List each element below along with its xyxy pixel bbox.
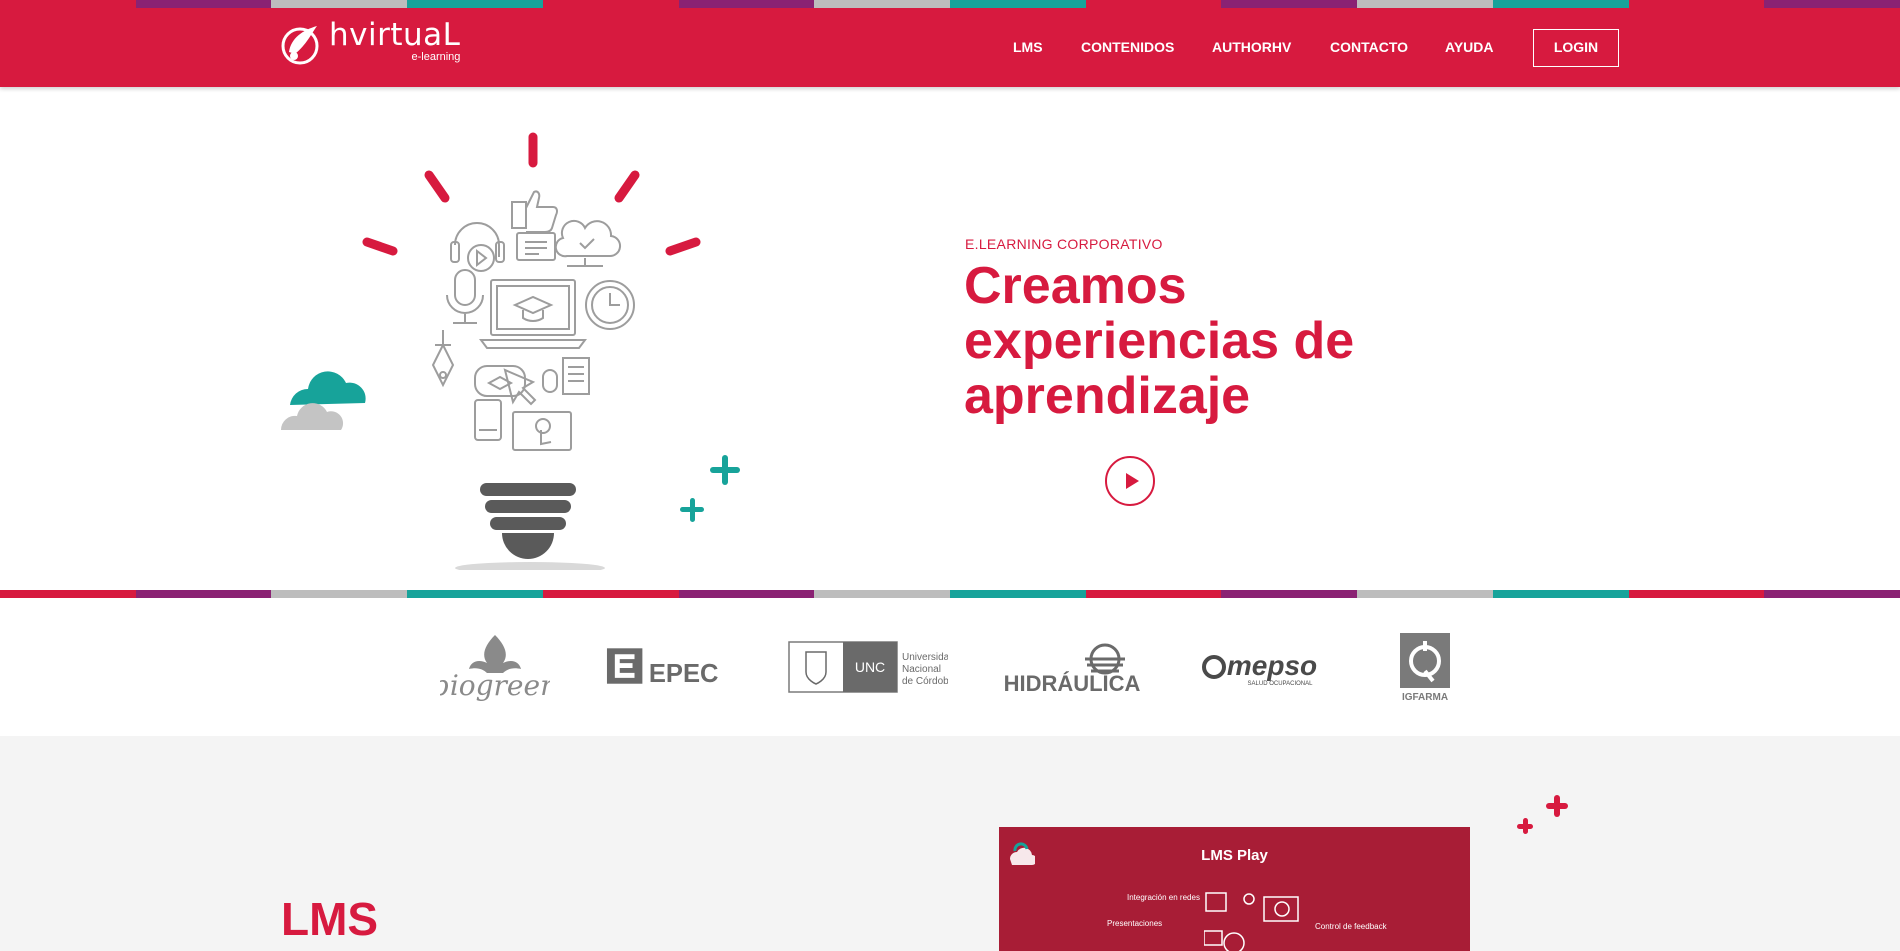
client-name: biogreen [440,669,550,702]
site-header: hvirtuaL e-learning LMS CONTENIDOS AUTHO… [0,0,1900,87]
lms-diagram-icons [1204,892,1299,951]
nav-item-authorhv[interactable]: AUTHORHV [1212,28,1291,66]
cloud-icon [280,371,366,430]
hero-section: E.LEARNING CORPORATIVO Creamos experienc… [0,87,1900,590]
hero-headline: Creamos experiencias de aprendizaje [964,259,1484,424]
bulb-shadow [455,562,605,570]
client-name: IGFARMA [1402,692,1448,703]
nav-item-contacto[interactable]: CONTACTO [1330,28,1408,66]
video-label: Integración en redes [1127,893,1200,902]
brand-name: hvirtuaL [329,17,461,53]
svg-text:Universidad: Universidad [902,652,948,663]
color-strip-divider [0,590,1900,598]
brand-logo-icon [281,26,319,65]
brand-logo[interactable]: hvirtuaL e-learning [281,20,460,66]
hero-eyebrow: E.LEARNING CORPORATIVO [965,236,1163,252]
hero-headline-line-1: Creamos [964,257,1187,315]
login-button[interactable]: LOGIN [1533,29,1619,67]
nav-item-contenidos[interactable]: CONTENIDOS [1081,28,1174,66]
svg-text:Nacional: Nacional [902,664,941,675]
lms-title: LMS [281,893,379,945]
play-video-button[interactable] [1105,456,1155,506]
nav-item-lms[interactable]: LMS [1013,28,1043,66]
client-logo-biogreen: biogreen [440,598,550,736]
plus-icon [1517,795,1568,834]
elearning-icons-cluster [431,190,635,451]
client-logo-igfarma: IGFARMA [1398,598,1453,736]
page: hvirtuaL e-learning LMS CONTENIDOS AUTHO… [0,0,1900,951]
video-title: LMS Play [1201,847,1268,864]
client-name: EPEC [649,660,719,688]
hero-headline-line-2: experiencias de [964,312,1355,370]
bulb-base [480,483,576,559]
clients-logos: biogreen EPEC UNC Universidad Nacional d… [0,598,1900,736]
lms-video-player[interactable]: LMS Play Integración en redes Presentaci… [999,827,1470,951]
plus-icon [680,455,740,522]
client-name: HIDRÁULICA [1005,671,1140,696]
svg-text:SALUD OCUPACIONAL: SALUD OCUPACIONAL [1248,681,1314,687]
client-logo-unc: UNC Universidad Nacional de Córdoba [788,598,948,736]
client-name: mepso [1227,650,1317,681]
lightbulb-illustration [280,132,740,570]
nav-item-ayuda[interactable]: AYUDA [1445,28,1494,66]
client-logo-epec: EPEC [605,598,725,736]
lms-section: LMS LMS Play Integración en redes Presen… [0,736,1900,951]
video-label: Control de feedback [1315,922,1387,931]
client-logo-mepso: mepso SALUD OCUPACIONAL [1200,598,1335,736]
play-icon [1126,473,1139,489]
client-logo-hidraulica: HIDRÁULICA [1005,598,1140,736]
hero-headline-line-3: aprendizaje [964,367,1251,425]
client-name: UNC [855,659,885,675]
brand-tagline: e-learning [411,51,461,63]
video-label: Presentaciones [1107,919,1163,928]
color-strip-top [0,0,1900,8]
svg-text:de Córdoba: de Córdoba [902,676,948,687]
